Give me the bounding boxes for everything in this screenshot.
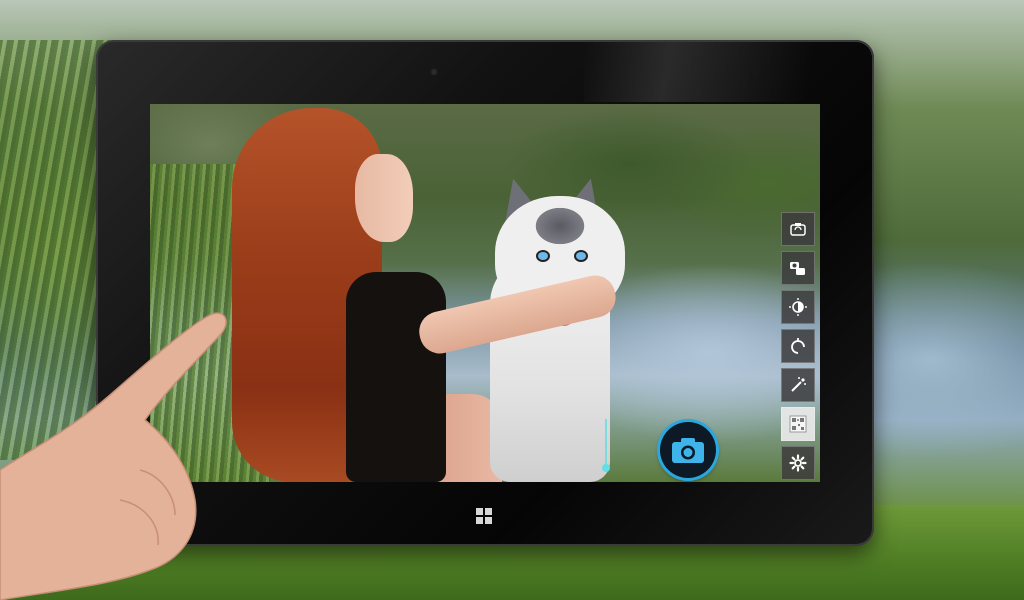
qr-scanner-button[interactable] [781,407,815,441]
brightness-button[interactable] [781,290,815,324]
brightness-icon [789,298,807,316]
settings-button[interactable] [781,446,815,480]
focus-slider-track[interactable] [605,419,607,469]
timer-button[interactable] [781,329,815,363]
woman-face [355,154,413,242]
windows-logo-icon[interactable] [476,508,492,524]
video-mode-icon [790,262,805,275]
settings-gear-icon [789,454,807,472]
husky-eye-left [538,252,548,260]
husky-eye-right [576,252,586,260]
woman-black-dress [346,272,446,482]
camera-viewfinder[interactable] [150,104,820,482]
qr-code-icon [789,415,807,433]
camera-icon [672,438,704,463]
bezel-glare [584,42,864,102]
camera-toolbar [781,212,815,480]
shutter-button[interactable] [660,422,716,478]
timer-icon [791,338,805,354]
tablet-device [96,40,874,546]
switch-camera-icon [790,223,806,236]
effects-button[interactable] [781,368,815,402]
effects-icon [791,377,806,392]
focus-slider-handle[interactable] [602,464,610,472]
switch-camera-button[interactable] [781,212,815,246]
front-camera-lens [430,68,438,76]
video-mode-button[interactable] [781,251,815,285]
reeds-foreground [0,40,110,460]
